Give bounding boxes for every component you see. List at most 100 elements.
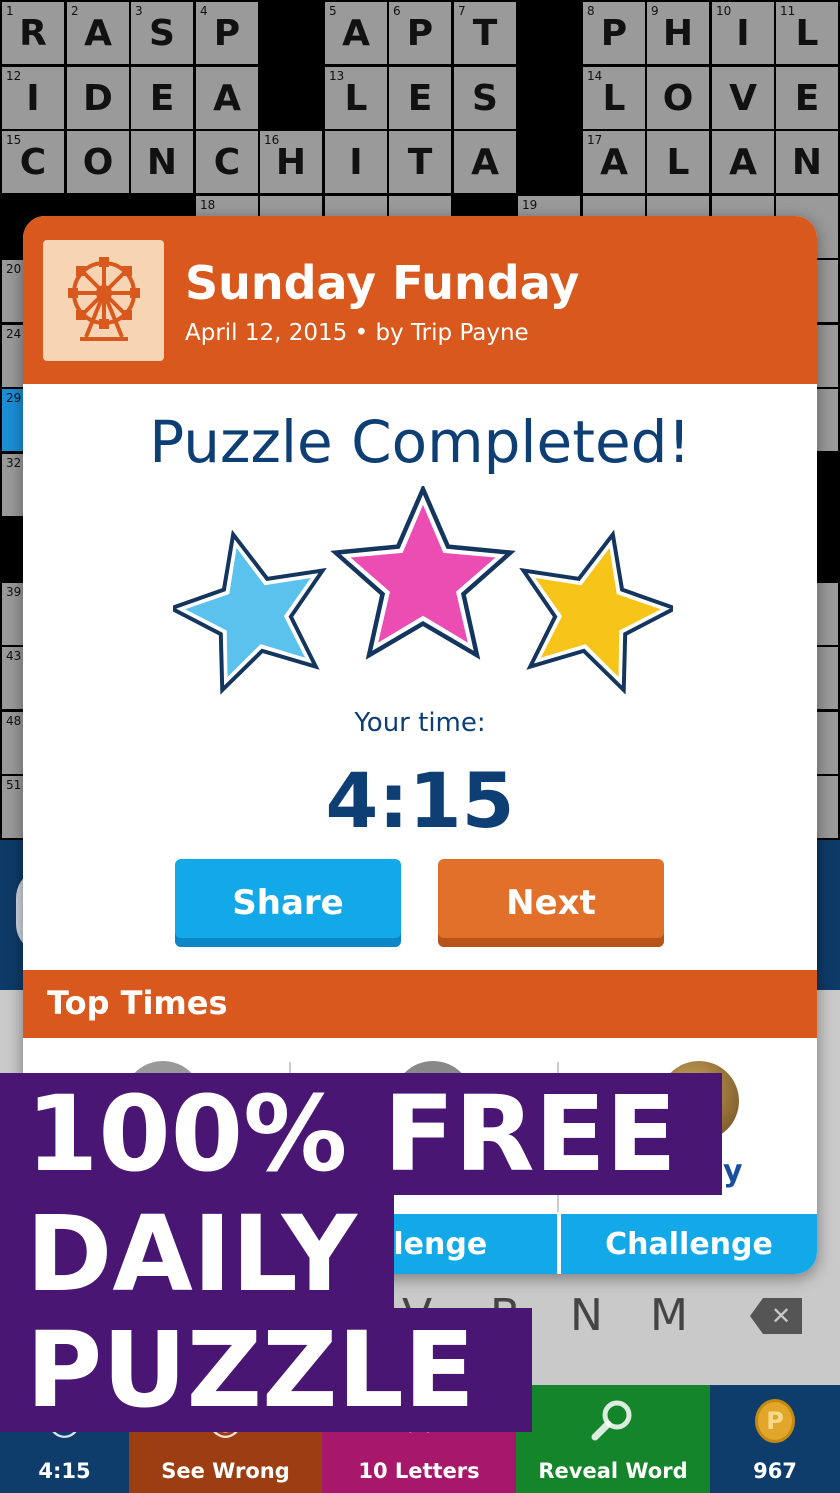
cell-letter: O [82,141,114,183]
star-right-icon [519,529,673,695]
cell-number: 3 [135,4,143,18]
grid-cell[interactable]: O [647,67,709,129]
grid-cell[interactable]: S [454,67,516,129]
top-times-label: Top Times [47,984,228,1022]
cell-number: 1 [6,4,14,18]
promo-line-1: 100% FREE [0,1073,722,1195]
ferris-wheel-icon [43,240,164,361]
grid-cell[interactable]: A [196,67,258,129]
cell-number: 29 [6,391,22,405]
grid-cell[interactable]: 8P [583,2,645,64]
grid-cell[interactable]: 9H [647,2,709,64]
cell-number: 5 [329,4,337,18]
leader-name: y [723,1154,743,1189]
star-rating [173,486,673,695]
grid-cell[interactable]: N [776,131,838,193]
cell-letter: S [472,77,498,119]
cell-number: 19 [522,198,538,212]
grid-cell[interactable]: C [196,131,258,193]
share-button[interactable]: Share [175,859,401,947]
top-times-header: Top Times [23,970,817,1038]
grid-cell[interactable]: 7T [454,2,516,64]
cell-number: 11 [780,4,796,18]
cell-number: 18 [200,198,216,212]
magnifier-icon [589,1397,637,1455]
cell-letter: T [472,12,498,54]
puzzle-title: Sunday Funday [185,256,580,310]
key-m[interactable]: M [650,1290,688,1341]
cell-number: 16 [264,133,280,147]
grid-cell[interactable]: D [67,67,129,129]
letters-label: 10 Letters [358,1459,480,1483]
challenge-button[interactable]: Challenge [561,1214,817,1274]
cell-letter: A [342,12,370,54]
grid-cell[interactable]: 11 L [776,2,838,64]
next-button[interactable]: Next [438,859,664,947]
timer-label: 4:15 [38,1459,91,1483]
cell-number: 4 [200,4,208,18]
cell-letter: H [662,12,694,54]
cell-number: 39 [6,585,22,599]
cell-letter: P [406,12,434,54]
grid-cell[interactable]: 17 A [583,131,645,193]
your-time-label: Your time: [354,708,486,738]
see-wrong-label: See Wrong [161,1459,290,1483]
cell-letter: A [600,141,628,183]
cell-number: 32 [6,456,22,470]
cell-number: 2 [71,4,79,18]
key-n[interactable]: N [570,1290,603,1341]
grid-cell[interactable]: L [647,131,709,193]
cell-number: 14 [587,69,603,83]
cell-number: 9 [651,4,659,18]
grid-cell[interactable]: N [131,131,193,193]
grid-cell[interactable]: 13 L [325,67,387,129]
cell-letter: C [19,141,47,183]
cell-number: 51 [6,778,22,792]
completed-heading: Puzzle Completed! [149,408,691,476]
cell-number: 20 [6,262,22,276]
grid-cell[interactable]: 14 L [583,67,645,129]
grid-cell[interactable]: 6P [389,2,451,64]
grid-cell[interactable]: V [712,67,774,129]
grid-cell[interactable]: A [454,131,516,193]
star-center-icon [330,486,516,660]
cell-letter: E [407,77,433,119]
cell-letter: D [83,77,113,119]
grid-cell[interactable]: I [325,131,387,193]
grid-cell[interactable]: A [712,131,774,193]
grid-cell[interactable]: 12 I [2,67,64,129]
grid-cell[interactable]: 16 H [260,131,322,193]
grid-cell[interactable]: 15 C [2,131,64,193]
cell-number: 10 [716,4,732,18]
cell-letter: H [275,141,307,183]
coins-count: 967 [753,1459,797,1483]
cell-letter: A [213,77,241,119]
cell-number: 12 [6,69,22,83]
star-left-icon [173,529,327,695]
cell-letter: E [794,77,820,119]
reveal-word-button[interactable]: Reveal Word [516,1385,710,1493]
grid-cell[interactable]: 4P [196,2,258,64]
cell-letter: A [471,141,499,183]
cell-letter: I [349,141,363,183]
grid-cell[interactable]: E [389,67,451,129]
cell-number: 17 [587,133,603,147]
grid-cell[interactable]: 3S [131,2,193,64]
coins-button[interactable]: P 967 [710,1385,840,1493]
cell-number: 8 [587,4,595,18]
grid-cell[interactable]: O [67,131,129,193]
cell-letter: P [600,12,628,54]
grid-cell[interactable]: 5A [325,2,387,64]
cell-letter: P [213,12,241,54]
grid-cell[interactable]: T [389,131,451,193]
grid-cell[interactable]: 10 I [712,2,774,64]
cell-letter: L [602,77,626,119]
cell-letter: S [149,12,175,54]
grid-cell[interactable]: E [776,67,838,129]
cell-letter: L [795,12,819,54]
dialog-header: Sunday Funday April 12, 2015 • by Trip P… [23,216,817,384]
grid-cell[interactable]: E [131,67,193,129]
grid-cell[interactable]: 1R [2,2,64,64]
grid-cell[interactable]: 2A [67,2,129,64]
coin-icon: P [755,1399,795,1443]
